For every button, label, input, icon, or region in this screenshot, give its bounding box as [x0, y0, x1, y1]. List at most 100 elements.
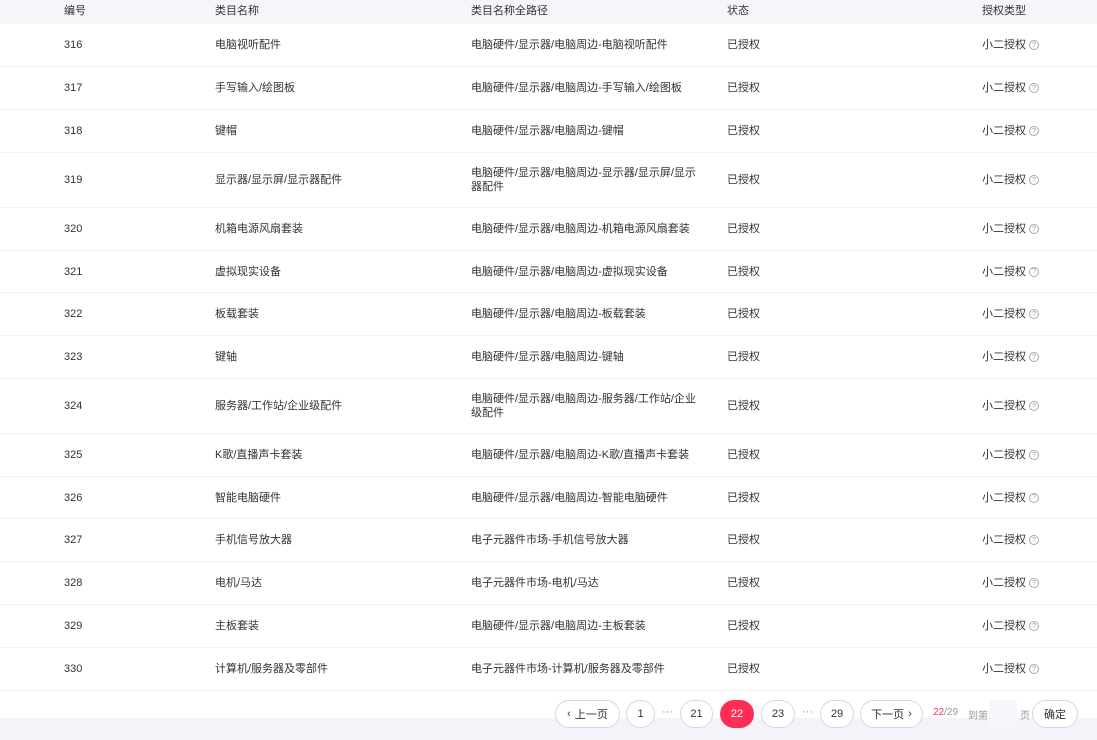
- auth-type-cell: 小二授权?: [982, 491, 1039, 505]
- category-name-cell: 智能电脑硬件: [215, 491, 281, 504]
- category-path-cell: 电脑硬件/显示器/电脑周边-虚拟现实设备: [471, 265, 668, 278]
- prev-page-label: 上一页: [574, 709, 608, 721]
- header-path: 类目名称全路径: [471, 5, 548, 17]
- page-button-current[interactable]: 22: [720, 700, 754, 728]
- auth-type-label: 小二授权: [982, 351, 1026, 363]
- question-circle-icon[interactable]: ?: [1029, 126, 1039, 136]
- category-path-cell: 电脑硬件/显示器/电脑周边-智能电脑硬件: [471, 491, 668, 504]
- auth-type-cell: 小二授权?: [982, 399, 1039, 413]
- question-circle-icon[interactable]: ?: [1029, 266, 1039, 277]
- status-cell: 已授权: [727, 39, 760, 51]
- category-name-cell: 电脑视听配件: [215, 39, 281, 51]
- auth-type-cell: 小二授权?: [982, 576, 1039, 590]
- category-id-cell: 329: [64, 620, 83, 632]
- category-id-cell: 326: [64, 491, 83, 504]
- category-path-cell: 电子元器件市场-电机/马达: [471, 577, 599, 589]
- auth-type-label: 小二授权: [982, 125, 1026, 137]
- category-table: 编号 类目名称 类目名称全路径 状态 授权类型 316 电脑视听配件 电脑硬件/显示…: [0, 0, 1097, 718]
- category-name-cell: 机箱电源风扇套装: [215, 223, 303, 235]
- page-unit-label: 页: [1020, 711, 1030, 722]
- category-name-cell: 主板套装: [215, 620, 259, 632]
- confirm-jump-button[interactable]: 确定: [1032, 700, 1078, 728]
- table-row: 322 板载套装 电脑硬件/显示器/电脑周边-板载套装 已授权 小二授权?: [0, 293, 1097, 336]
- question-circle-icon[interactable]: ?: [1029, 621, 1039, 631]
- question-circle-icon[interactable]: ?: [1029, 175, 1039, 185]
- auth-type-cell: 小二授权?: [982, 81, 1039, 95]
- table-row: 316 电脑视听配件 电脑硬件/显示器/电脑周边-电脑视听配件 已授权 小二授权?: [0, 24, 1097, 67]
- category-name-cell: 手写输入/绘图板: [215, 82, 296, 94]
- category-path-cell: 电脑硬件/显示器/电脑周边-板载套装: [471, 308, 646, 320]
- question-circle-icon[interactable]: ?: [1029, 664, 1039, 674]
- question-circle-icon[interactable]: ?: [1029, 352, 1039, 362]
- auth-type-label: 小二授权: [982, 620, 1026, 632]
- auth-type-cell: 小二授权?: [982, 533, 1039, 547]
- auth-type-label: 小二授权: [982, 663, 1026, 675]
- status-cell: 已授权: [727, 265, 760, 278]
- status-cell: 已授权: [727, 620, 760, 632]
- category-name-cell: 键轴: [215, 351, 237, 363]
- question-circle-icon[interactable]: ?: [1029, 309, 1039, 319]
- category-name-cell: K歌/直播声卡套装: [215, 449, 303, 461]
- category-name-cell: 板载套装: [215, 308, 259, 320]
- auth-type-cell: 小二授权?: [982, 265, 1039, 279]
- table-row: 325 K歌/直播声卡套装 电脑硬件/显示器/电脑周边-K歌/直播声卡套装 已授权 小二…: [0, 434, 1097, 477]
- category-name-cell: 计算机/服务器及零部件: [215, 663, 329, 675]
- status-cell: 已授权: [727, 125, 760, 137]
- category-path-cell: 电脑硬件/显示器/电脑周边-键轴: [471, 351, 624, 363]
- question-circle-icon[interactable]: ?: [1029, 578, 1039, 588]
- question-circle-icon[interactable]: ?: [1029, 492, 1039, 503]
- header-auth-type: 授权类型: [982, 5, 1026, 17]
- status-cell: 已授权: [727, 308, 760, 320]
- question-circle-icon[interactable]: ?: [1029, 224, 1039, 234]
- category-id-cell: 320: [64, 223, 83, 235]
- auth-type-cell: 小二授权?: [982, 222, 1039, 236]
- auth-type-cell: 小二授权?: [982, 448, 1039, 462]
- auth-type-cell: 小二授权?: [982, 307, 1039, 321]
- auth-type-cell: 小二授权?: [982, 619, 1039, 633]
- status-cell: 已授权: [727, 534, 760, 546]
- category-id-cell: 327: [64, 534, 83, 546]
- category-name-cell: 键帽: [215, 125, 237, 137]
- page-button[interactable]: 1: [626, 700, 655, 728]
- question-circle-icon[interactable]: ?: [1029, 401, 1039, 411]
- table-row: 318 键帽 电脑硬件/显示器/电脑周边-键帽 已授权 小二授权?: [0, 110, 1097, 153]
- auth-type-label: 小二授权: [982, 534, 1026, 546]
- header-id: 编号: [64, 5, 86, 17]
- page-jump-input[interactable]: [989, 700, 1017, 728]
- pagination-ellipsis: ···: [802, 706, 813, 718]
- next-page-button[interactable]: 下一页 ›: [860, 700, 923, 728]
- category-id-cell: 316: [64, 39, 83, 51]
- status-cell: 已授权: [727, 663, 760, 675]
- question-circle-icon[interactable]: ?: [1029, 83, 1039, 93]
- table-row: 328 电机/马达 电子元器件市场-电机/马达 已授权 小二授权?: [0, 562, 1097, 605]
- category-path-cell: 电脑硬件/显示器/电脑周边-主板套装: [471, 620, 646, 632]
- category-id-cell: 318: [64, 125, 83, 137]
- table-row: 330 计算机/服务器及零部件 电子元器件市场-计算机/服务器及零部件 已授权 小二授权…: [0, 648, 1097, 691]
- status-cell: 已授权: [727, 400, 760, 412]
- auth-type-label: 小二授权: [982, 265, 1026, 278]
- table-row: 319 显示器/显示屏/显示器配件 电脑硬件/显示器/电脑周边-显示器/显示屏/显示…: [0, 153, 1097, 208]
- question-circle-icon[interactable]: ?: [1029, 535, 1039, 545]
- next-page-label: 下一页: [871, 709, 905, 721]
- question-circle-icon[interactable]: ?: [1029, 450, 1039, 460]
- category-path-cell: 电脑硬件/显示器/电脑周边-电脑视听配件: [471, 39, 668, 51]
- status-cell: 已授权: [727, 351, 760, 363]
- chevron-left-icon: ‹: [567, 708, 571, 720]
- page-button[interactable]: 29: [820, 700, 854, 728]
- category-id-cell: 330: [64, 663, 83, 675]
- page-button[interactable]: 21: [680, 700, 713, 728]
- prev-page-button[interactable]: ‹ 上一页: [555, 700, 620, 728]
- auth-type-label: 小二授权: [982, 223, 1026, 235]
- question-circle-icon[interactable]: ?: [1029, 40, 1039, 50]
- category-id-cell: 321: [64, 265, 83, 278]
- status-cell: 已授权: [727, 491, 760, 504]
- category-path-cell: 电子元器件市场-计算机/服务器及零部件: [471, 663, 665, 675]
- auth-type-label: 小二授权: [982, 400, 1026, 412]
- auth-type-cell: 小二授权?: [982, 38, 1039, 52]
- page-button[interactable]: 23: [761, 700, 795, 728]
- category-name-cell: 服务器/工作站/企业级配件: [215, 400, 343, 412]
- category-name-cell: 显示器/显示屏/显示器配件: [215, 174, 343, 186]
- pagination-ellipsis: ···: [662, 706, 673, 718]
- auth-type-cell: 小二授权?: [982, 173, 1039, 187]
- table-row: 317 手写输入/绘图板 电脑硬件/显示器/电脑周边-手写输入/绘图板 已授权 小二授权…: [0, 67, 1097, 110]
